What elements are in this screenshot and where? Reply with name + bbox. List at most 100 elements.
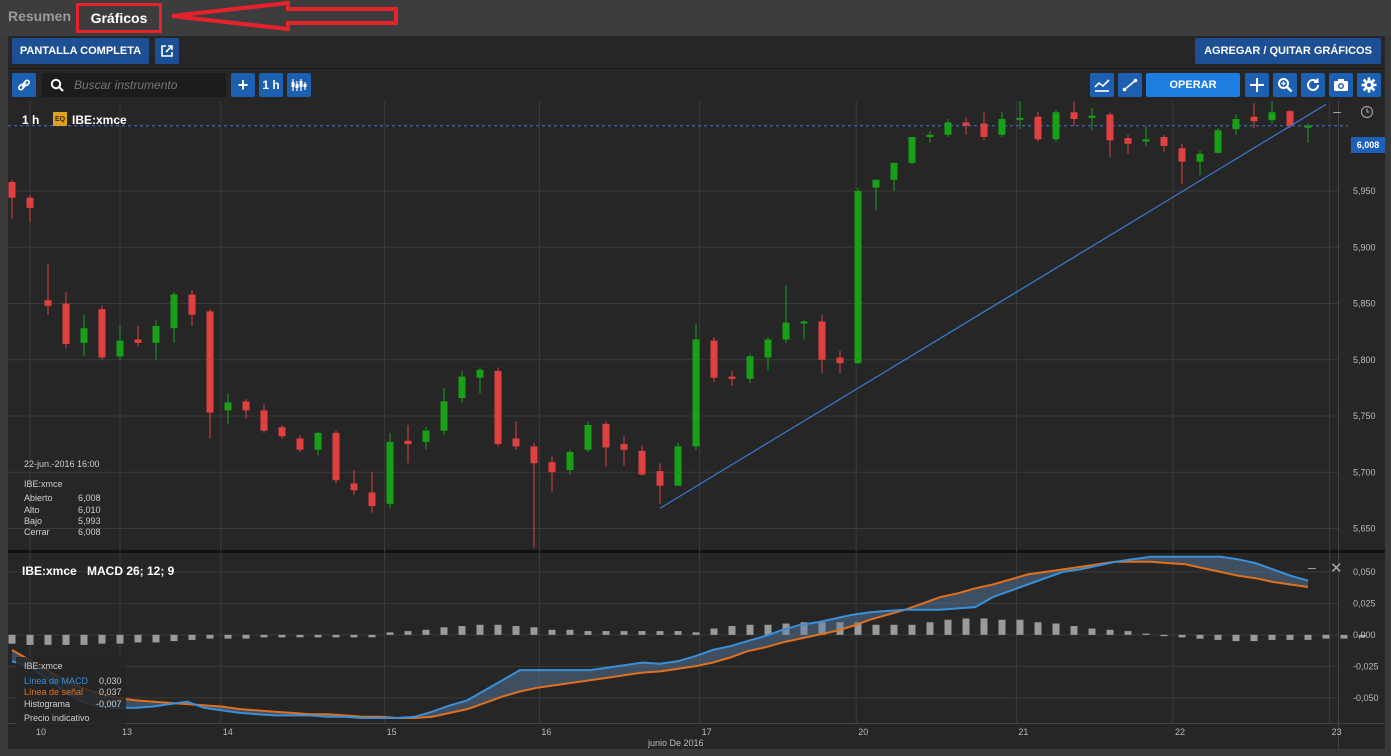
candle-body: [8, 182, 16, 198]
crosshair-button[interactable]: [1245, 73, 1269, 97]
operar-button[interactable]: OPERAR: [1146, 73, 1240, 97]
tab-resumen[interactable]: Resumen: [8, 8, 71, 24]
macd-line-label: Línea de MACD: [24, 676, 89, 686]
candle-body: [1178, 148, 1186, 162]
info-close-value: 6,008: [78, 527, 101, 537]
minimize-macd-button[interactable]: –: [1308, 559, 1316, 575]
chart-type-button[interactable]: [287, 73, 311, 97]
histogram-bar: [1286, 634, 1294, 640]
candle-body: [296, 438, 304, 450]
histogram-bar: [332, 634, 340, 638]
histogram-label: Histograma: [24, 699, 71, 709]
histogram-bar: [26, 634, 34, 645]
macd-y-tick-label: 0,050: [1353, 567, 1376, 577]
zoom-in-icon: [1278, 78, 1293, 93]
candle-body: [764, 339, 772, 358]
candle-body: [152, 326, 160, 343]
candle-body: [476, 369, 484, 378]
x-tick-label: 22: [1175, 727, 1185, 737]
minimize-main-button[interactable]: –: [1333, 103, 1341, 119]
candle-body: [1016, 117, 1024, 120]
chart-symbol[interactable]: IBE:xmce: [72, 113, 127, 127]
snapshot-button[interactable]: [1329, 73, 1353, 97]
interval-button[interactable]: 1 h: [259, 73, 283, 97]
candle-body: [620, 444, 628, 450]
signal-line-value: 0,037: [99, 687, 122, 697]
x-tick-label: 14: [223, 727, 233, 737]
candle-body: [350, 483, 358, 491]
price-chart-svg[interactable]: 5,950 5,900 5,850 5,800 5,750 5,700 5,650 10 13 1…: [8, 101, 1385, 749]
candle-body: [836, 357, 844, 364]
histogram-bar: [602, 631, 610, 635]
histogram-bar: [152, 634, 160, 643]
candle-body: [458, 376, 466, 398]
candle-body: [26, 197, 34, 208]
indicator-chart-icon: [1094, 79, 1110, 92]
crosshair-icon: [1250, 78, 1264, 92]
y-tick-label: 5,800: [1353, 355, 1376, 365]
chart-toolbar-top: PANTALLA COMPLETA AGREGAR / QUITAR GRÁFI…: [8, 36, 1385, 68]
instrument-search[interactable]: Buscar instrumento: [42, 73, 226, 97]
histogram-bar: [170, 634, 178, 642]
candle-body: [1070, 112, 1078, 119]
link-button[interactable]: [12, 73, 36, 97]
candle-body: [512, 438, 520, 447]
x-tick-label: 17: [702, 727, 712, 737]
macd-title[interactable]: MACD 26; 12; 9: [87, 564, 174, 578]
refresh-button[interactable]: [1301, 73, 1325, 97]
candle-body: [1124, 138, 1132, 144]
y-tick-label: 5,750: [1353, 411, 1376, 421]
candle-body: [872, 179, 880, 188]
candle-body: [188, 294, 196, 315]
candle-body: [854, 191, 862, 364]
indicators-button[interactable]: [1090, 73, 1114, 97]
macd-y-tick-label: 0,025: [1353, 598, 1376, 608]
histogram-bar: [1268, 634, 1276, 640]
candle-body: [494, 371, 502, 445]
histogram-bar: [260, 634, 268, 638]
x-tick-label: 21: [1018, 727, 1028, 737]
candle-body: [1286, 111, 1294, 126]
candle-body: [242, 401, 250, 411]
clock-icon[interactable]: [1360, 105, 1374, 119]
popout-button[interactable]: [155, 38, 179, 64]
settings-button[interactable]: [1357, 73, 1381, 97]
add-remove-charts-button[interactable]: AGREGAR / QUITAR GRÁFICOS: [1195, 38, 1381, 64]
histogram-bar: [44, 634, 52, 645]
histogram-bar: [62, 634, 70, 645]
zoom-button[interactable]: [1273, 73, 1297, 97]
month-label: junio De 2016: [648, 738, 704, 748]
candle-body: [1106, 114, 1114, 141]
info-close-label: Cerrar: [24, 527, 50, 537]
histogram-bar: [1340, 634, 1348, 639]
histogram-bar: [134, 634, 142, 643]
macd-symbol[interactable]: IBE:xmce: [22, 564, 77, 578]
candle-body: [782, 322, 790, 340]
close-macd-button[interactable]: ✕: [1330, 559, 1343, 577]
candle-body: [674, 446, 682, 486]
x-tick-label: 23: [1332, 727, 1342, 737]
add-indicator-button[interactable]: +: [231, 73, 255, 97]
external-link-icon: [161, 45, 173, 57]
tab-graficos[interactable]: Gráficos: [76, 3, 162, 33]
search-input[interactable]: Buscar instrumento: [74, 78, 177, 92]
candle-body: [1304, 125, 1312, 128]
histogram-bar: [1088, 628, 1096, 635]
candle-body: [638, 450, 646, 475]
histogram-bar: [386, 632, 394, 635]
candle-body: [116, 340, 124, 357]
histogram-bar: [1250, 634, 1258, 642]
drawing-tool-button[interactable]: [1118, 73, 1142, 97]
fullscreen-button[interactable]: PANTALLA COMPLETA: [12, 38, 149, 64]
candle-body: [584, 425, 592, 450]
histogram-bar: [710, 628, 718, 635]
chart-area[interactable]: 5,950 5,900 5,850 5,800 5,750 5,700 5,650 10 13 1…: [8, 101, 1385, 749]
candle-body: [332, 432, 340, 481]
histogram-bar: [512, 626, 520, 635]
histogram-bar: [1304, 634, 1312, 640]
histogram-bar: [80, 634, 88, 645]
candle-body: [62, 303, 70, 344]
histogram-bar: [314, 634, 322, 638]
x-tick-label: 10: [36, 727, 46, 737]
macd-legend: IBE:xmce Línea de MACD 0,030 Línea de se…: [16, 657, 126, 727]
